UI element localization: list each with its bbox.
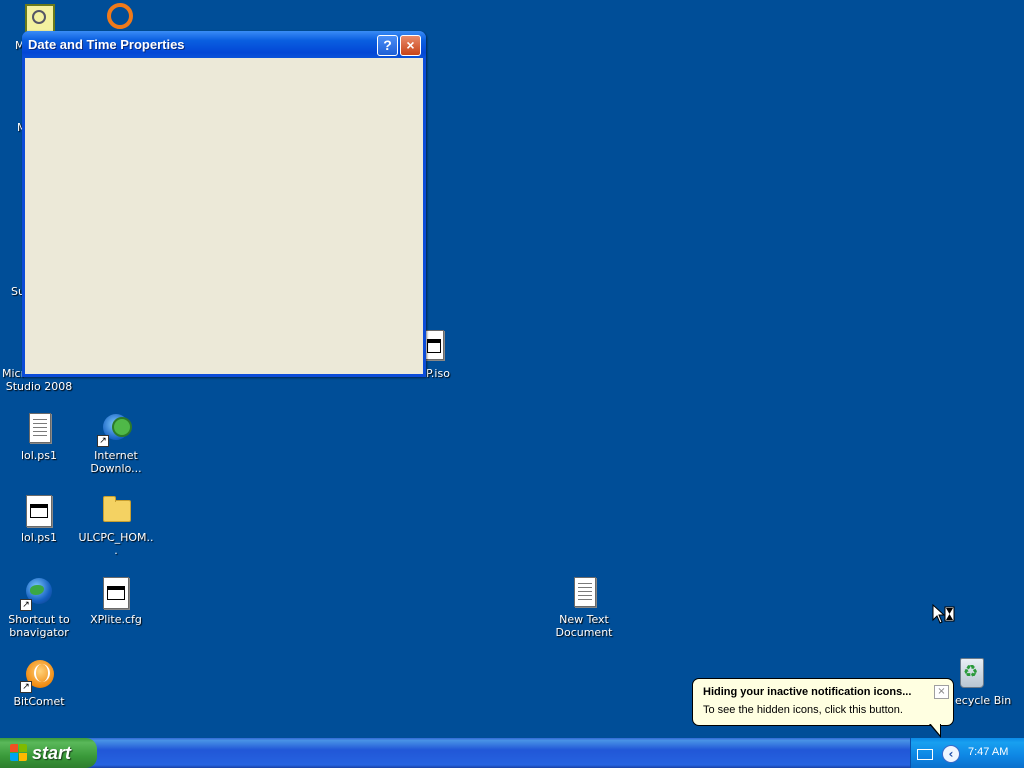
desktop-icon-new-text-document[interactable]: New Text Document	[545, 576, 623, 639]
desktop-icon-internet-download[interactable]: ↗ Internet Downlo...	[77, 412, 155, 475]
balloon-message: To see the hidden icons, click this butt…	[703, 704, 903, 716]
desktop-icon-recycle-bin[interactable]: ecycle Bin	[950, 656, 1024, 708]
show-hidden-icons-button[interactable]: ‹	[942, 745, 960, 763]
script-file-icon	[26, 495, 52, 527]
desktop-icon-lol-ps1[interactable]: lol.ps1	[0, 412, 78, 462]
help-icon: ?	[383, 37, 392, 53]
close-icon: ×	[937, 686, 946, 697]
icon-label: lol.ps1	[20, 531, 58, 544]
busy-cursor-icon	[932, 604, 955, 624]
icon-label: Studio 2008	[5, 380, 73, 393]
close-button[interactable]: ×	[400, 35, 421, 56]
system-tray: ‹ 7:47 AM	[910, 738, 1024, 768]
desktop-icon-lol-ps1-2[interactable]: lol.ps1	[0, 494, 78, 544]
taskbar[interactable]: start ‹ 7:47 AM	[0, 738, 1024, 768]
balloon-title: Hiding your inactive notification icons.…	[703, 686, 912, 698]
notification-balloon[interactable]: Hiding your inactive notification icons.…	[692, 678, 954, 738]
desktop-icon-bnavigator[interactable]: ↗ Shortcut to bnavigator	[0, 576, 78, 639]
shortcut-arrow-icon: ↗	[20, 681, 32, 693]
dialog-titlebar[interactable]: Date and Time Properties ? ×	[22, 31, 426, 58]
desktop-icon-orange-app[interactable]	[107, 3, 137, 33]
iso-file-icon	[424, 330, 444, 360]
icon-label: BitComet	[13, 695, 65, 708]
shortcut-arrow-icon: ↗	[20, 599, 32, 611]
recycle-bin-icon	[960, 658, 984, 688]
icon-label: ecycle Bin	[955, 694, 1012, 707]
desktop-icon-bitcomet[interactable]: ↗ BitComet	[0, 658, 78, 708]
config-file-icon	[103, 577, 129, 609]
folder-icon	[103, 496, 131, 522]
desktop[interactable]: M M Su Micr Studio 2008 P.iso lol.ps1 ↗ …	[0, 0, 1024, 738]
balloon-close-button[interactable]: ×	[934, 685, 949, 699]
desktop-icon-ulcpc-folder[interactable]: ULCPC_HOM...	[77, 494, 155, 557]
balloon-tail-fill	[930, 723, 940, 735]
clock-settings-icon	[25, 4, 55, 34]
desktop-icon-xp-iso[interactable]: P.iso	[420, 330, 460, 382]
icon-label: New Text Document	[555, 613, 613, 639]
icon-label: Internet Downlo...	[90, 449, 142, 475]
icon-label: Shortcut to bnavigator	[8, 613, 70, 639]
icon-label: ULCPC_HOM...	[78, 531, 154, 557]
desktop-icon-clock-settings[interactable]	[25, 4, 55, 34]
orange-ring-icon	[107, 3, 133, 29]
dialog-title: Date and Time Properties	[28, 37, 185, 52]
clock[interactable]: 7:47 AM	[968, 746, 1008, 758]
desktop-icon-xplite-cfg[interactable]: XPlite.cfg	[77, 576, 155, 626]
chevron-left-icon: ‹	[948, 747, 954, 761]
dialog-body	[25, 58, 423, 374]
icon-label: lol.ps1	[20, 449, 58, 462]
text-file-icon	[29, 413, 51, 443]
start-button[interactable]: start	[0, 738, 97, 768]
keyboard-icon[interactable]	[917, 749, 933, 760]
close-icon: ×	[406, 37, 415, 53]
windows-logo-icon	[10, 744, 28, 762]
shortcut-arrow-icon: ↗	[97, 435, 109, 447]
icon-label: XPlite.cfg	[90, 613, 142, 626]
date-time-properties-dialog[interactable]: Date and Time Properties ? ×	[22, 31, 426, 377]
icon-label: P.iso	[426, 367, 450, 380]
help-button[interactable]: ?	[377, 35, 398, 56]
start-label: start	[32, 743, 72, 763]
text-file-icon	[574, 577, 596, 607]
